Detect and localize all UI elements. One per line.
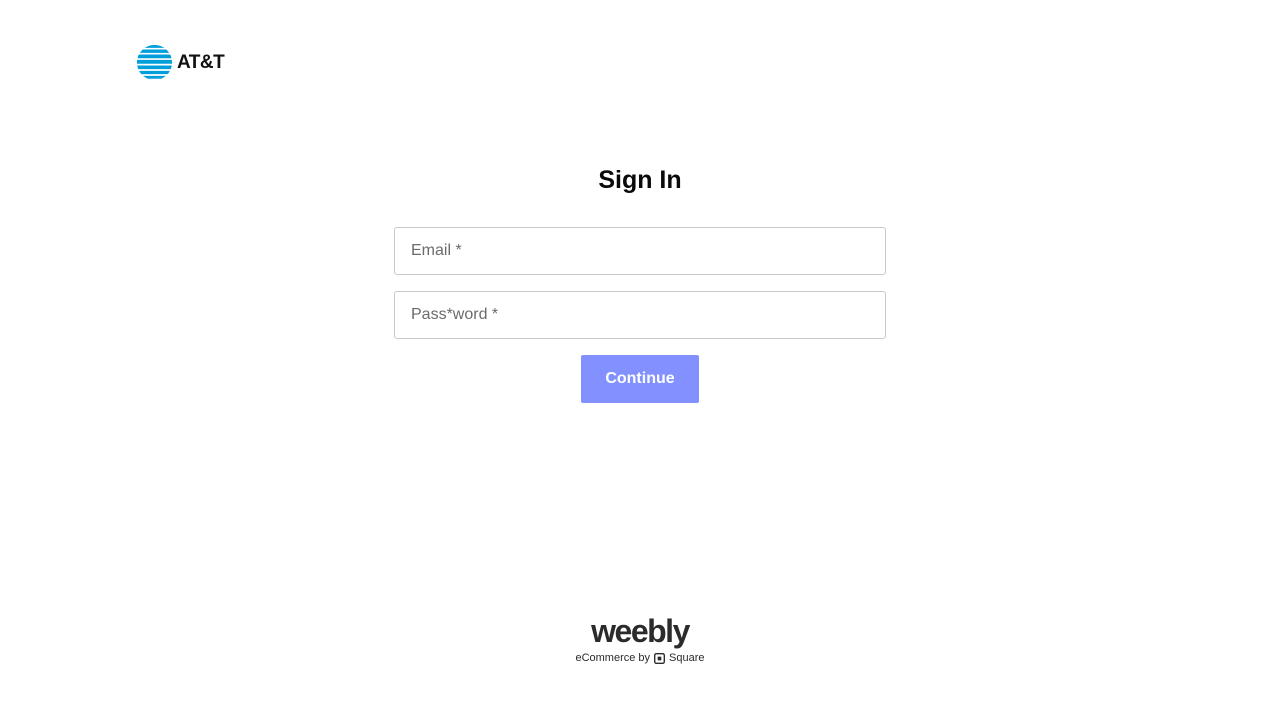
weebly-wordmark: weebly xyxy=(591,613,690,649)
brand-name: AT&T xyxy=(177,51,225,73)
email-field[interactable] xyxy=(394,227,886,275)
tagline-prefix: eCommerce by xyxy=(575,652,651,664)
weebly-logo[interactable]: weebly eCommerce by Square xyxy=(0,614,1280,666)
square-logo-icon xyxy=(654,652,666,664)
sign-in-page: AT&T Sign In Continue weebly eCommerce b… xyxy=(0,0,1280,720)
partner-name: Square xyxy=(669,652,705,664)
password-field[interactable] xyxy=(394,291,886,339)
att-logo[interactable]: AT&T xyxy=(136,44,225,81)
page-title: Sign In xyxy=(598,166,682,194)
att-globe-icon xyxy=(136,44,173,81)
continue-button[interactable]: Continue xyxy=(581,355,699,403)
powered-by-row: eCommerce by Square xyxy=(575,652,704,664)
